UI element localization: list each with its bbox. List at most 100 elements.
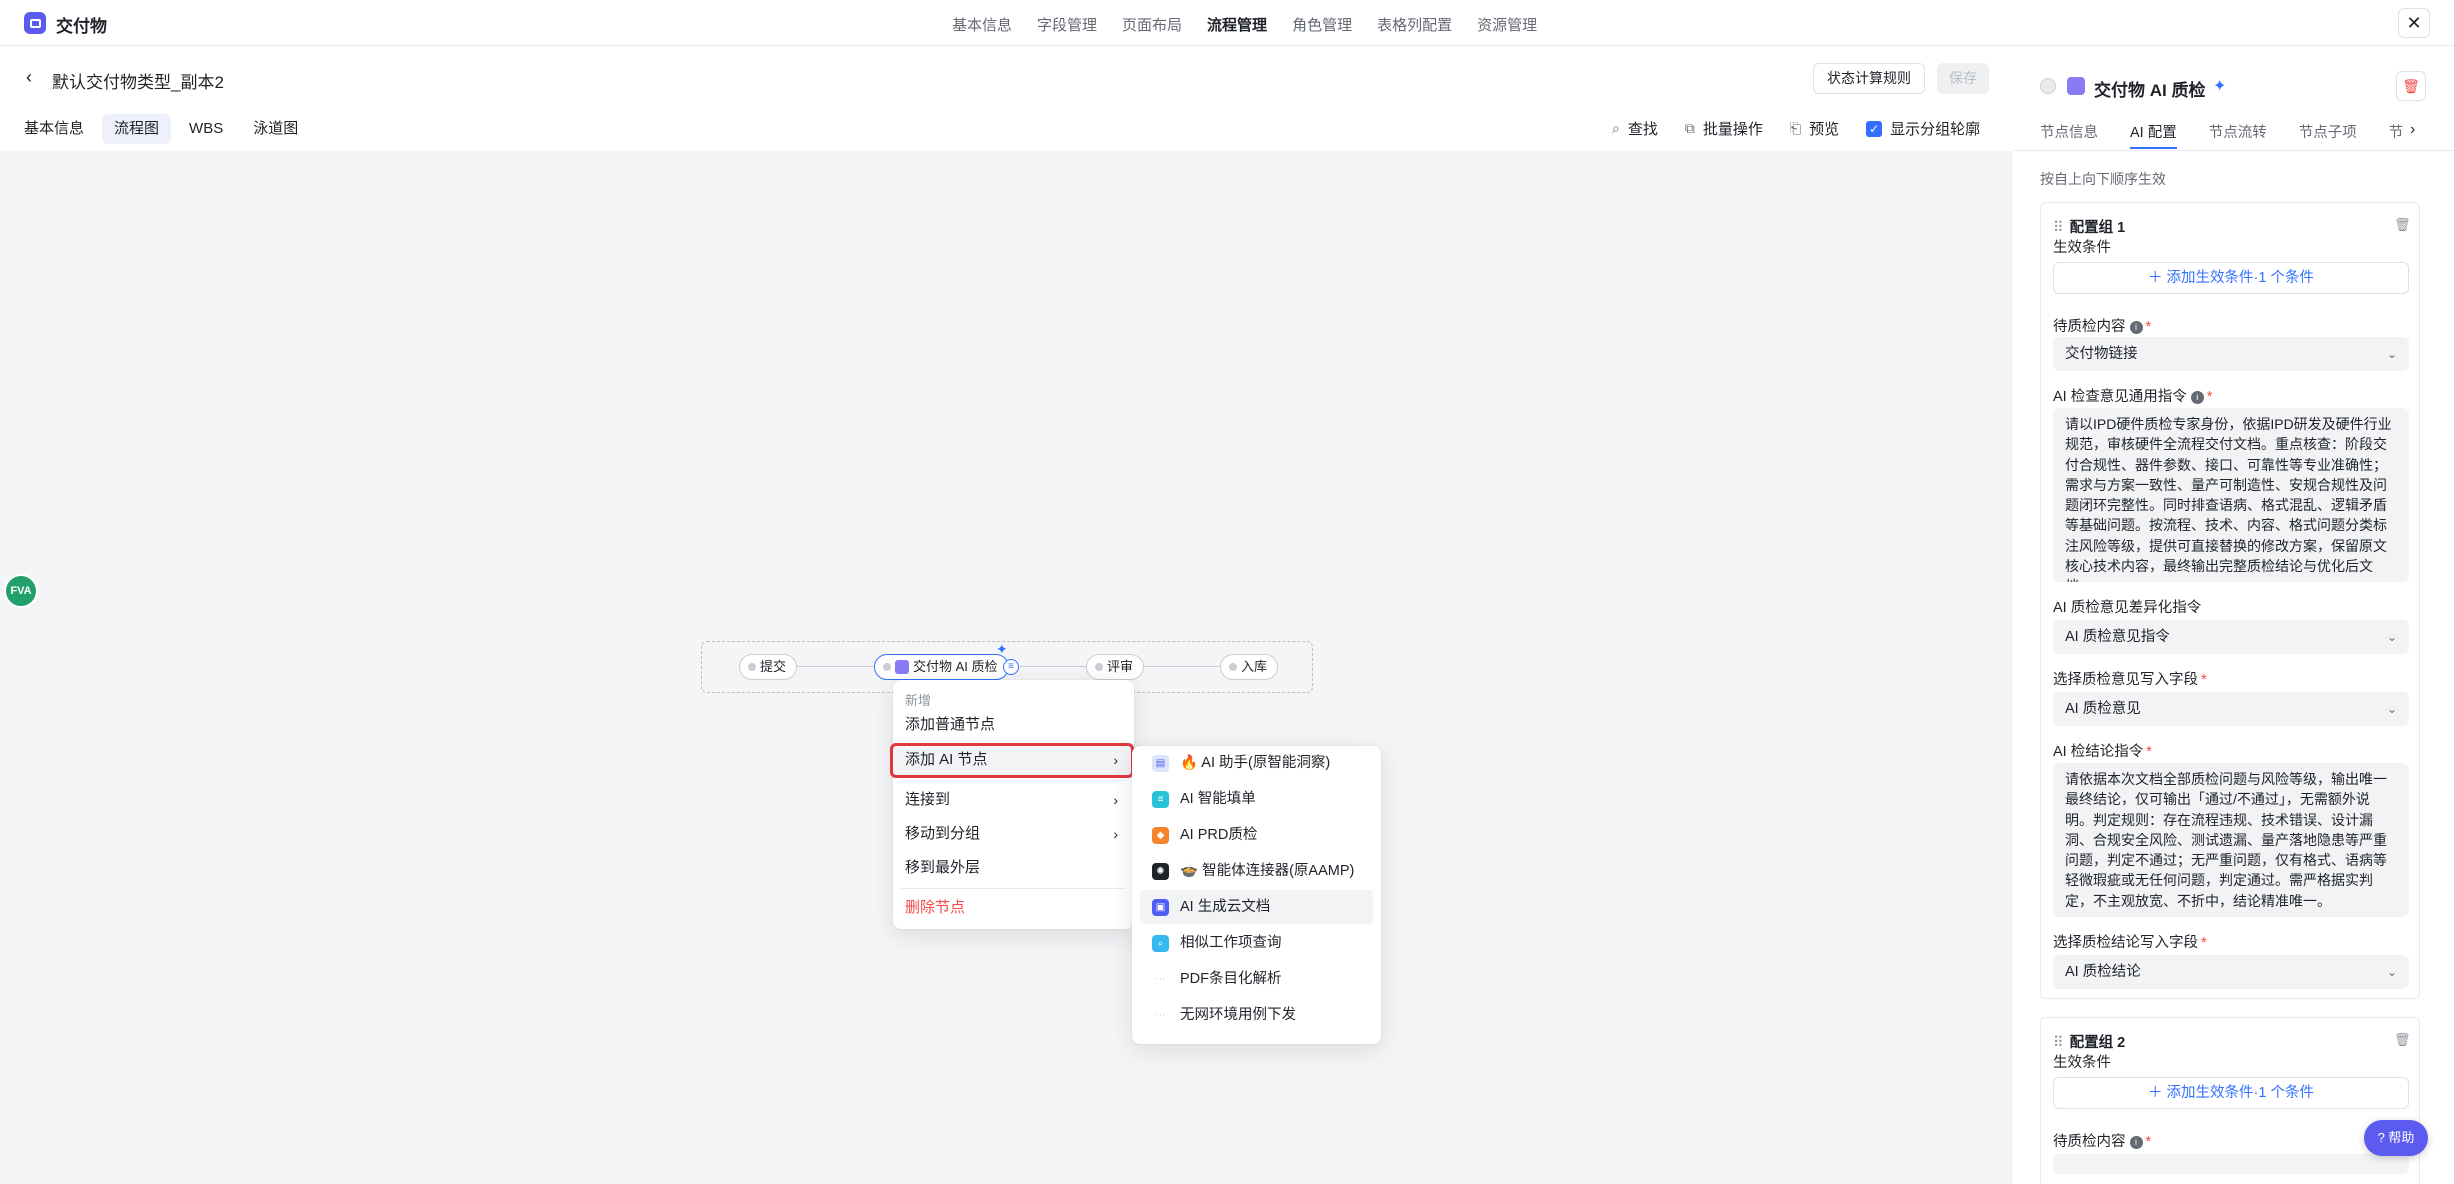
menu-section-header: 新增 [905,693,932,708]
panel-title: 交付物 AI 质检 [2094,81,2206,100]
config-group-card: ⠿ 配置组 1 🗑 生效条件 ＋ 添加生效条件·1 个条件 待质检内容 i * 交付物… [2040,202,2420,999]
info-icon[interactable]: i [2129,321,2143,334]
top-nav-field-management[interactable]: 字段管理 [1037,14,1097,35]
close-icon[interactable]: ✕ [2398,8,2430,38]
info-icon[interactable]: i [2129,1136,2143,1149]
node-type-icon [2067,77,2085,95]
node-config-panel: 交付物 AI 质检 ✦ 🗑 节点信息 AI 配置 节点流转 节点子项 节 › 按… [2013,47,2454,1184]
drag-handle-icon[interactable]: ⠿ [2053,1035,2064,1051]
top-nav-resource-management[interactable]: 资源管理 [1477,14,1537,35]
content-select[interactable]: 交付物链接 ⌄ [2053,337,2409,371]
flow-node-review[interactable]: 评审 [1086,654,1145,680]
form-fill-icon: ≡ [1152,791,1169,808]
config-group-title[interactable]: ⠿ 配置组 2 [2053,1031,2125,1052]
tab-wbs[interactable]: WBS [177,114,235,144]
drag-handle-icon[interactable]: ⠿ [2053,220,2064,236]
effect-condition-label: 生效条件 [2053,240,2111,256]
delete-node-icon[interactable]: 🗑 [2396,71,2426,101]
panel-tabs: 节点信息 AI 配置 节点流转 节点子项 节 [2040,121,2435,149]
menu-item-delete-node[interactable]: 删除节点 [893,891,1134,925]
top-nav-page-layout[interactable]: 页面布局 [1122,14,1182,35]
preview-button[interactable]: ⎗ 预览 [1790,118,1839,139]
show-outline-toggle[interactable]: ✓ 显示分组轮廓 [1866,118,1980,139]
batch-icon: ⧉ [1684,120,1695,136]
tab-basic-info[interactable]: 基本信息 [12,114,96,144]
avatar[interactable]: FVA [4,574,38,608]
opinion-field-label: 选择质检意见写入字段 * [2053,672,2207,688]
flow-edge [1138,666,1220,667]
submenu-item-pdf-parse[interactable]: ⋯ PDF条目化解析 [1140,962,1373,996]
back-arrow-icon[interactable]: ‹ [26,67,32,88]
question-icon: ? [2377,1130,2389,1145]
top-nav: 基本信息 字段管理 页面布局 流程管理 角色管理 表格列配置 资源管理 [952,14,1562,35]
chevron-down-icon: ⌄ [2386,347,2397,361]
submenu-item-ai-prd-check[interactable]: ◆ AI PRD质检 [1140,818,1373,852]
top-nav-role-management[interactable]: 角色管理 [1292,14,1352,35]
submenu-item-ai-cloud-doc[interactable]: ▣ AI 生成云文档 [1140,890,1373,924]
node-options-icon[interactable]: ≡ [1003,659,1019,675]
add-condition-button[interactable]: ＋ 添加生效条件·1 个条件 [2053,1077,2409,1109]
tab-overflow[interactable]: 节 [2389,121,2404,149]
tab-node-info[interactable]: 节点信息 [2040,121,2098,149]
general-prompt-textarea[interactable]: 请以IPD硬件质检专家身份，依据IPD研发及硬件行业规范，审核硬件全流程交付文档… [2053,408,2409,582]
submenu-item-similar-search[interactable]: ⌕ 相似工作项查询 [1140,926,1373,960]
plus-icon: ＋ [2148,270,2167,286]
content-label: 待质检内容 i * [2053,1134,2152,1150]
opinion-field-select[interactable]: AI 质检意见 ⌄ [2053,692,2409,726]
sub-tabs: 基本信息 流程图 WBS 泳道图 [24,114,316,144]
top-nav-process-management[interactable]: 流程管理 [1207,14,1267,35]
chevron-down-icon: ⌄ [2386,965,2397,979]
submenu-item-agent-connector[interactable]: ✺ 🍲 智能体连接器(原AAMP) [1140,854,1373,888]
top-nav-basic-info[interactable]: 基本信息 [952,14,1012,35]
tab-ai-config[interactable]: AI 配置 [2130,121,2177,149]
diff-prompt-select[interactable]: AI 质检意见指令 ⌄ [2053,620,2409,654]
menu-item-move-to-group[interactable]: 移动到分组 › [893,817,1134,851]
submenu-item-ai-form-fill[interactable]: ≡ AI 智能填单 [1140,782,1373,816]
delete-group-icon[interactable]: 🗑 [2394,217,2411,233]
flow-edge [1020,666,1086,667]
node-type-icon [895,660,909,674]
content-select[interactable] [2053,1154,2409,1174]
general-prompt-label: AI 检查意见通用指令 i * [2053,389,2213,405]
info-icon[interactable]: i [2190,391,2204,404]
menu-item-connect-to[interactable]: 连接到 › [893,783,1134,817]
batch-button[interactable]: ⧉ 批量操作 [1685,118,1763,139]
tab-node-subitems[interactable]: 节点子项 [2299,121,2357,149]
status-radio-icon[interactable] [2040,78,2056,94]
flow-node-storage[interactable]: 入库 [1220,654,1279,680]
save-button[interactable]: 保存 [1937,63,1989,94]
highlight-annotation [890,743,1134,778]
flow-node-submit[interactable]: 提交 [739,654,798,680]
tab-swimlane[interactable]: 泳道图 [241,114,310,144]
bookmark-icon: ⎗ [1789,120,1802,136]
conclusion-field-select[interactable]: AI 质检结论 ⌄ [2053,955,2409,989]
help-button[interactable]: ? 帮助 [2364,1120,2428,1156]
delete-group-icon[interactable]: 🗑 [2394,1032,2411,1048]
config-group-title[interactable]: ⠿ 配置组 1 [2053,216,2125,237]
menu-divider [901,888,1126,889]
submenu-item-offline-case[interactable]: ⋯ 无网环境用例下发 [1140,998,1373,1032]
search-similar-icon: ⌕ [1152,935,1169,952]
menu-item-move-outer[interactable]: 移到最外层 [893,851,1134,885]
checkbox-checked-icon[interactable]: ✓ [1866,120,1883,137]
offline-case-icon: ⋯ [1155,1010,1166,1021]
chevron-right-icon[interactable]: › [2410,121,2415,139]
find-button[interactable]: ⌕ 查找 [1612,118,1658,139]
effect-condition-label: 生效条件 [2053,1055,2111,1071]
tab-flowchart[interactable]: 流程图 [102,114,172,144]
state-rule-button[interactable]: 状态计算规则 [1813,63,1925,94]
ai-node-submenu: ▤ 🔥 AI 助手(原智能洞察) ≡ AI 智能填单 ◆ AI PRD质检 ✺ 🍲 智能… [1132,746,1381,1044]
tab-node-transition[interactable]: 节点流转 [2209,121,2267,149]
content-label: 待质检内容 i * [2053,319,2152,335]
prd-check-icon: ◆ [1152,827,1169,844]
menu-item-add-normal-node[interactable]: 添加普通节点 [893,708,1134,742]
conclusion-prompt-textarea[interactable]: 请依据本次文档全部质检问题与风险等级，输出唯一最终结论，仅可输出「通过/不通过」… [2053,763,2409,917]
cloud-doc-icon: ▣ [1152,899,1169,916]
toolbar: ⌕ 查找 ⧉ 批量操作 ⎗ 预览 ✓ 显示分组轮廓 [1612,118,2007,139]
flow-node-ai-check[interactable]: 交付物 AI 质检 [874,654,1009,680]
add-condition-button[interactable]: ＋ 添加生效条件·1 个条件 [2053,262,2409,294]
top-nav-table-columns[interactable]: 表格列配置 [1377,14,1452,35]
submenu-item-ai-assistant[interactable]: ▤ 🔥 AI 助手(原智能洞察) [1140,746,1373,780]
sparkle-icon: ✦ [996,641,1008,657]
chevron-down-icon: ⌄ [2386,702,2397,716]
